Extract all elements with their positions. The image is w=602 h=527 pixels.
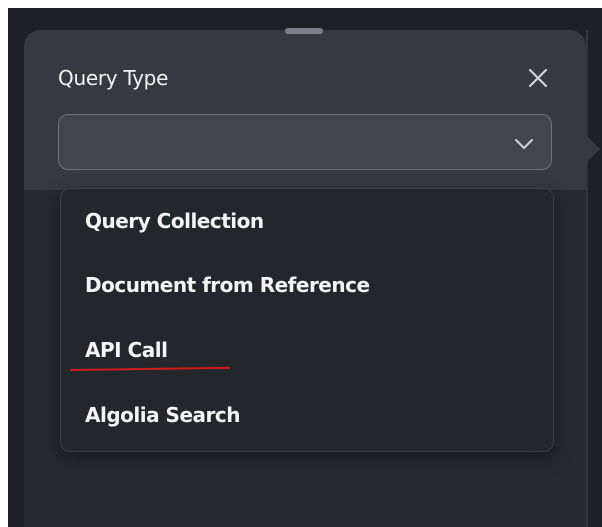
menu-item-label: API Call (85, 338, 168, 362)
drag-handle[interactable] (285, 28, 323, 34)
panel-edge (586, 30, 588, 527)
chevron-down-icon (515, 139, 533, 149)
menu-item-api-call[interactable]: API Call (61, 320, 553, 382)
menu-item-label: Query Collection (85, 209, 264, 233)
query-type-dropdown-menu: Query Collection Document from Reference… (60, 188, 554, 452)
close-icon (528, 68, 548, 88)
query-type-select[interactable] (58, 114, 552, 170)
menu-item-label: Document from Reference (85, 273, 370, 297)
menu-item-algolia-search[interactable]: Algolia Search (61, 385, 553, 447)
menu-item-label: Algolia Search (85, 403, 240, 427)
dialog-title: Query Type (58, 66, 169, 90)
menu-item-query-collection[interactable]: Query Collection (61, 191, 553, 253)
screenshot-stage: Query Type Query Collection Document fro… (0, 0, 602, 527)
panel-pointer (586, 135, 600, 163)
close-button[interactable] (524, 64, 552, 92)
menu-item-document-from-reference[interactable]: Document from Reference (61, 255, 553, 317)
